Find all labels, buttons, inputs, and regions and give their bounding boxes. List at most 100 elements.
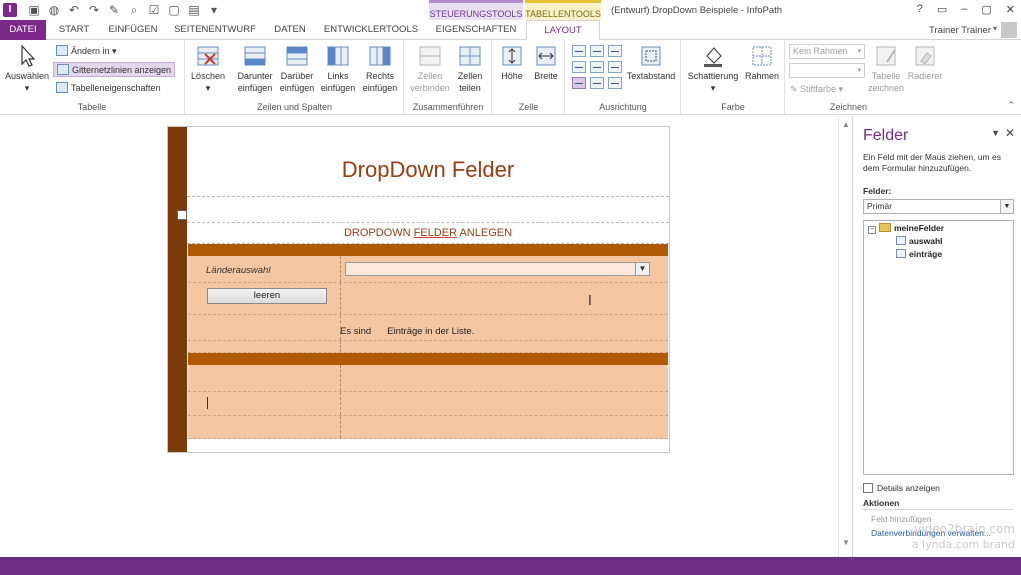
darueber-einfuegen-button[interactable]: Darüber einfügen <box>276 44 318 94</box>
globe-icon[interactable]: ◍ <box>46 2 62 18</box>
tree-node-root[interactable]: − meineFelder <box>868 223 944 234</box>
chevron-down-icon[interactable]: ▼ <box>1000 200 1013 213</box>
radierer-button[interactable]: Radierer <box>905 44 945 82</box>
rahmen-style-select[interactable]: Kein Rahmen ▾ <box>789 44 865 59</box>
tab-entwicklertools[interactable]: ENTWICKLERTOOLS <box>322 20 420 40</box>
print-preview-icon[interactable]: ⌕ <box>126 2 142 18</box>
chevron-down-icon[interactable]: ▼ <box>635 263 649 275</box>
redo-icon[interactable]: ↷ <box>86 2 102 18</box>
align-bottom-left-icon[interactable] <box>572 77 586 89</box>
textabstand-label: Textabstand <box>626 71 676 81</box>
customize-icon[interactable]: ▾ <box>206 2 222 18</box>
scroll-up-icon[interactable]: ▲ <box>842 120 850 129</box>
minimize-icon[interactable]: – <box>961 3 967 16</box>
breite-button[interactable]: Breite <box>530 44 562 82</box>
ribbon-display-icon[interactable]: ▭ <box>937 3 947 16</box>
canvas-scrollbar[interactable]: ▲ ▼ <box>838 116 852 557</box>
table-select-handle[interactable] <box>177 210 187 220</box>
undo-icon[interactable]: ↶ <box>66 2 82 18</box>
schattierung-button[interactable]: Schattierung ▾ <box>684 44 742 94</box>
line-weight-select[interactable]: ▾ <box>789 63 865 78</box>
textabstand-button[interactable]: Textabstand <box>624 44 678 82</box>
pane-options-icon[interactable]: ▼ <box>991 128 1000 138</box>
leeren-button[interactable]: leeren <box>207 288 327 304</box>
tabelleneigenschaften-button[interactable]: Tabelleneigenschaften <box>56 81 161 96</box>
user-caret-icon[interactable]: ▾ <box>993 24 997 33</box>
rechts-einfuegen-button[interactable]: Rechts einfügen <box>359 44 401 94</box>
tree-child-label: einträge <box>909 249 943 259</box>
collapse-icon[interactable]: − <box>868 226 876 234</box>
table-change-icon <box>56 45 68 56</box>
check-icon[interactable]: ☑ <box>146 2 162 18</box>
draw-table-icon <box>876 46 896 66</box>
tabelle-zeichnen-button[interactable]: Tabelle zeichnen <box>868 44 904 94</box>
tree-node-eintraege[interactable]: einträge <box>896 249 942 260</box>
zellen-verbinden-button[interactable]: Zellen verbinden <box>409 44 451 94</box>
table-separator-bar[interactable] <box>188 353 668 365</box>
table-row[interactable]: Länderauswahl ▼ <box>188 256 668 283</box>
table-row[interactable] <box>188 365 668 392</box>
links-einfuegen-button[interactable]: Links einfügen <box>318 44 358 94</box>
restore-icon[interactable]: ▢ <box>981 3 991 16</box>
save-icon[interactable]: ▣ <box>26 2 42 18</box>
column-width-icon <box>536 46 556 66</box>
view-icon[interactable]: ▤ <box>186 2 202 18</box>
align-bottom-right-icon[interactable] <box>608 77 622 89</box>
tab-seitenentwurf[interactable]: SEITENENTWURF <box>172 20 258 40</box>
data-source-select[interactable]: Primär ▼ <box>863 199 1014 214</box>
help-icon[interactable]: ? <box>917 3 923 16</box>
scroll-down-icon[interactable]: ▼ <box>842 538 850 547</box>
cursor-arrow-icon <box>21 44 36 67</box>
row-height-icon <box>502 46 522 66</box>
user-name[interactable]: Trainer Trainer <box>929 25 991 36</box>
align-top-center-icon[interactable] <box>590 45 604 57</box>
new-doc-icon[interactable]: ▢ <box>166 2 182 18</box>
tab-einfuegen[interactable]: EINFÜGEN <box>104 20 162 40</box>
infopath-app-icon[interactable]: I <box>3 3 17 17</box>
format-painter-icon[interactable]: ✎ <box>106 2 122 18</box>
zellen-teilen-button[interactable]: Zellen teilen <box>451 44 489 94</box>
align-middle-center-icon[interactable] <box>590 61 604 73</box>
table-row[interactable] <box>188 416 668 439</box>
gitternetzlinien-button[interactable]: Gitternetzlinien anzeigen <box>53 62 176 77</box>
table-row[interactable] <box>188 341 668 353</box>
darunter-label-2: einfügen <box>237 83 273 93</box>
tab-eigenschaften[interactable]: EIGENSCHAFTEN <box>429 20 523 40</box>
form-spacer-row[interactable] <box>187 197 669 223</box>
stiftfarbe-button[interactable]: ✎ Stiftfarbe ▾ <box>790 82 843 97</box>
tree-node-auswahl[interactable]: auswahl <box>896 236 943 247</box>
table-row[interactable] <box>188 392 668 416</box>
checkbox-icon[interactable] <box>863 483 873 493</box>
section-heading[interactable]: DROPDOWN FELDER ANLEGEN <box>187 223 669 244</box>
hoehe-button[interactable]: Höhe <box>496 44 528 82</box>
aendern-in-button[interactable]: Ändern in ▾ <box>56 44 117 59</box>
align-top-right-icon[interactable] <box>608 45 622 57</box>
table-header-bar[interactable] <box>188 244 668 256</box>
avatar[interactable] <box>1001 22 1017 38</box>
tab-layout[interactable]: LAYOUT <box>526 20 600 41</box>
tab-start[interactable]: START <box>52 20 96 40</box>
darunter-einfuegen-button[interactable]: Darunter einfügen <box>234 44 276 94</box>
form-left-bar <box>168 127 187 452</box>
table-row[interactable]: Es sind Einträge in der Liste. <box>188 315 668 341</box>
table-row[interactable]: leeren <box>188 283 668 315</box>
close-icon[interactable]: ✕ <box>1006 3 1015 16</box>
align-middle-left-icon[interactable] <box>572 61 586 73</box>
section-heading-part-2: FELDER <box>413 227 458 239</box>
align-middle-right-icon[interactable] <box>608 61 622 73</box>
collapse-ribbon-icon[interactable]: ⌃ <box>1007 100 1015 111</box>
tab-daten[interactable]: DATEN <box>266 20 314 40</box>
form-title: DropDown Felder <box>341 157 515 182</box>
laenderauswahl-dropdown[interactable]: ▼ <box>345 262 650 276</box>
eigenschaften-label: Tabelleneigenschaften <box>71 83 161 93</box>
auswaehlen-button[interactable]: Auswählen ▾ <box>4 44 50 94</box>
rahmen-button[interactable]: Rahmen <box>742 44 782 82</box>
align-bottom-center-icon[interactable] <box>590 77 604 89</box>
form-title-row[interactable]: DropDown Felder <box>187 127 669 197</box>
tab-datei[interactable]: DATEI <box>0 20 46 40</box>
align-top-left-icon[interactable] <box>572 45 586 57</box>
pane-close-icon[interactable]: ✕ <box>1005 126 1015 140</box>
loeschen-button[interactable]: Löschen ▾ <box>188 44 228 94</box>
details-checkbox[interactable]: Details anzeigen <box>863 483 940 493</box>
group-label-zusammenfuehren: Zusammenführen <box>412 102 484 112</box>
